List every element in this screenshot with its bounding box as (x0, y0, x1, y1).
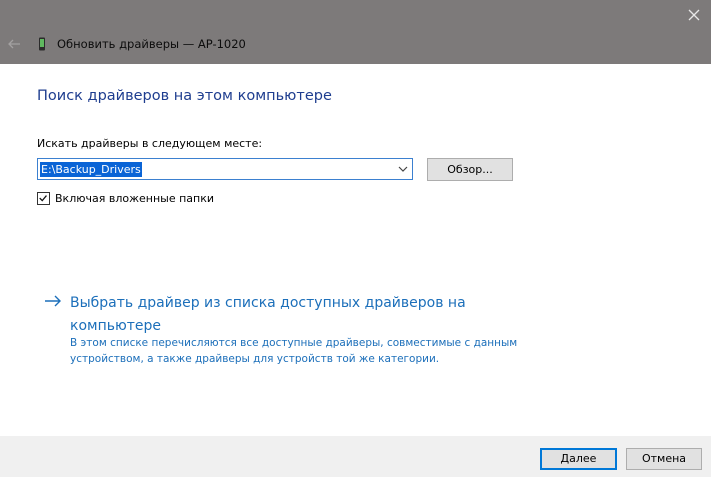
update-drivers-dialog: Обновить драйверы — AP-1020 Поиск драйве… (0, 0, 711, 477)
browse-button[interactable]: Обзор... (427, 158, 513, 181)
page-heading: Поиск драйверов на этом компьютере (37, 88, 332, 104)
driver-path-value[interactable]: E:\Backup_Drivers (40, 162, 142, 177)
cancel-button[interactable]: Отмена (626, 448, 702, 470)
window-title: Обновить драйверы — AP-1020 (57, 37, 246, 51)
pick-driver-description: В этом списке перечисляются все доступны… (70, 337, 518, 365)
driver-path-combobox[interactable]: E:\Backup_Drivers (37, 158, 413, 180)
include-subfolders-label[interactable]: Включая вложенные папки (55, 191, 214, 206)
search-location-label: Искать драйверы в следующем месте: (37, 137, 263, 150)
close-icon[interactable] (683, 4, 705, 26)
back-arrow-icon[interactable] (6, 36, 22, 52)
include-subfolders-checkbox[interactable] (37, 192, 50, 205)
arrow-right-icon[interactable] (44, 294, 62, 308)
pick-driver-from-list-link[interactable]: Выбрать драйвер из списка доступных драй… (70, 292, 490, 338)
chevron-down-icon[interactable] (398, 165, 408, 173)
title-bar: Обновить драйверы — AP-1020 (0, 0, 711, 64)
next-button[interactable]: Далее (540, 448, 617, 470)
device-icon (39, 37, 45, 51)
checkmark-icon (39, 195, 47, 202)
